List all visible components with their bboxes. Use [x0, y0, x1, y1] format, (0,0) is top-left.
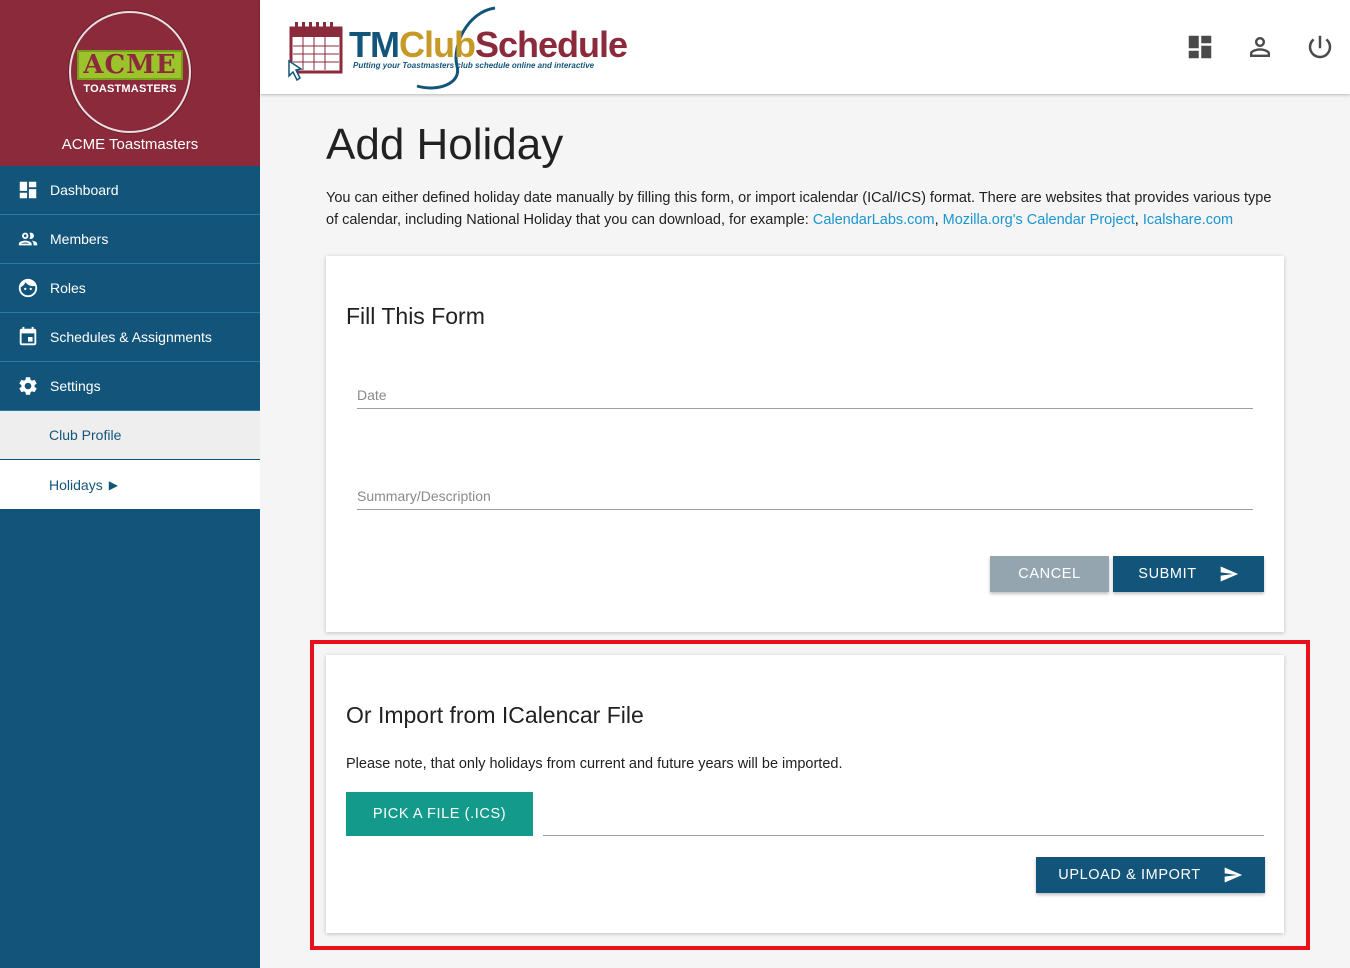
sidebar-item-settings[interactable]: Settings	[0, 362, 260, 411]
link-calendarlabs[interactable]: CalendarLabs.com	[813, 212, 935, 228]
file-name-field[interactable]	[543, 835, 1264, 836]
sidebar-item-label: Schedules & Assignments	[50, 329, 212, 345]
power-icon	[1308, 35, 1332, 59]
import-card: Or Import from ICalencar File Please not…	[326, 655, 1284, 933]
sidebar-subitem-holidays[interactable]: Holidays ▶	[0, 460, 260, 509]
import-note: Please note, that only holidays from cur…	[346, 756, 843, 772]
club-logo[interactable]: ACME TOASTMASTERS	[69, 11, 191, 133]
topbar: TMClubSchedule Putting your Toastmasters…	[260, 0, 1350, 94]
cancel-button[interactable]: CANCEL	[990, 556, 1109, 592]
sidebar-item-label: Settings	[50, 378, 101, 394]
sidebar-item-members[interactable]: Members	[0, 215, 260, 264]
sidebar-item-label: Roles	[50, 280, 86, 296]
topbar-actions	[1170, 0, 1350, 94]
sidebar-item-label: Members	[50, 231, 109, 247]
user-icon	[1250, 37, 1270, 57]
sidebar: ACME TOASTMASTERS ACME Toastmasters Dash…	[0, 0, 260, 968]
import-title: Or Import from ICalencar File	[346, 702, 644, 728]
pick-file-button[interactable]: PICK A FILE (.ICS)	[346, 792, 533, 836]
dashboard-icon	[1188, 35, 1212, 59]
link-icalshare[interactable]: Icalshare.com	[1143, 212, 1233, 228]
send-icon	[1220, 566, 1238, 582]
link-mozilla-calendar[interactable]: Mozilla.org's Calendar Project	[943, 212, 1135, 228]
topbar-logout-button[interactable]	[1290, 17, 1350, 77]
date-input[interactable]	[357, 383, 1253, 407]
sidebar-subitem-club-profile[interactable]: Club Profile	[0, 411, 260, 460]
sidebar-subitem-label: Holidays	[49, 476, 103, 493]
roles-icon	[17, 277, 39, 299]
submit-button[interactable]: SUBMIT	[1113, 556, 1264, 592]
club-name: ACME Toastmasters	[61, 136, 199, 153]
cancel-button-label: CANCEL	[1018, 566, 1081, 582]
sidebar-item-roles[interactable]: Roles	[0, 264, 260, 313]
send-icon	[1224, 867, 1242, 883]
brand-tagline: Putting your Toastmasters club schedule …	[353, 61, 595, 70]
upload-import-button[interactable]: UPLOAD & IMPORT	[1036, 857, 1265, 893]
club-logo-sub: TOASTMASTERS	[83, 82, 177, 95]
sidebar-item-dashboard[interactable]: Dashboard	[0, 166, 260, 215]
topbar-profile-button[interactable]	[1230, 17, 1290, 77]
page-title: Add Holiday	[326, 120, 564, 169]
active-arrow-icon: ▶	[108, 477, 118, 492]
upload-import-button-label: UPLOAD & IMPORT	[1058, 867, 1201, 883]
brand-schedule: Schedule	[474, 24, 628, 65]
sidebar-item-label: Dashboard	[50, 182, 119, 198]
sidebar-item-schedules[interactable]: Schedules & Assignments	[0, 313, 260, 362]
club-header: ACME TOASTMASTERS ACME Toastmasters	[0, 0, 260, 166]
submit-button-label: SUBMIT	[1138, 566, 1197, 582]
summary-input[interactable]	[357, 484, 1253, 508]
date-field-wrapper	[357, 383, 1253, 409]
intro-text: You can either defined holiday date manu…	[326, 187, 1286, 231]
form-title: Fill This Form	[346, 303, 485, 329]
fill-form-card: Fill This Form CANCEL SUBMIT	[326, 256, 1284, 632]
brand-club: Club	[398, 24, 476, 65]
pick-file-button-label: PICK A FILE (.ICS)	[372, 806, 507, 822]
sidebar-subitem-label: Club Profile	[49, 427, 122, 443]
link-separator: ,	[934, 212, 943, 228]
gear-icon	[17, 375, 39, 397]
club-logo-main: ACME	[77, 49, 183, 80]
brand-tm: TM	[349, 24, 400, 65]
brand-title: TMClubSchedule	[349, 24, 628, 66]
calendar-icon	[17, 326, 39, 348]
members-icon	[17, 228, 39, 250]
dashboard-icon	[17, 179, 39, 201]
link-separator: ,	[1134, 212, 1143, 228]
topbar-dashboard-button[interactable]	[1170, 17, 1230, 77]
summary-field-wrapper	[357, 484, 1253, 510]
brand-logo[interactable]: TMClubSchedule Putting your Toastmasters…	[287, 6, 628, 90]
